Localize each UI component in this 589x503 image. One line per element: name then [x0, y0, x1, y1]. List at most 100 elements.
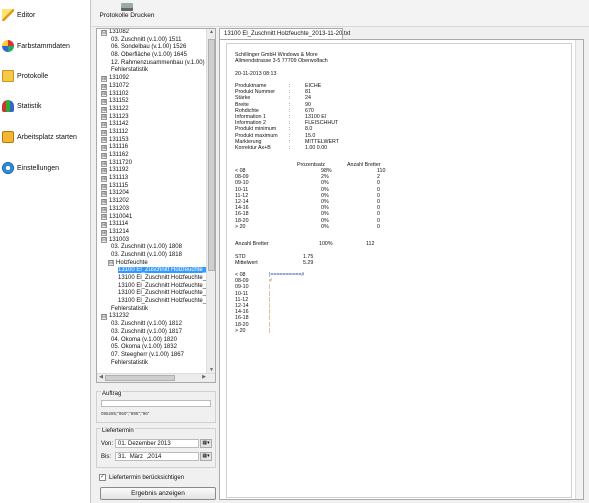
tree-row[interactable]: 08. Oberfläche (v.1.00) 1645: [97, 52, 207, 60]
tree-row[interactable]: ⊞ 131113: [97, 175, 207, 183]
tree-row[interactable]: 05. Okoma (v.1.00) 1832: [97, 344, 207, 352]
liefertermin-checkbox[interactable]: ✓: [99, 474, 106, 481]
tree-row[interactable]: ⊞ 131204: [97, 190, 207, 198]
tree-row[interactable]: 13100 El_Zuschnitt Holzfeuchte_: [97, 267, 207, 275]
nav-item-farbstammdaten[interactable]: Farbstammdaten: [2, 36, 88, 56]
tree-row[interactable]: ⊞ 131162: [97, 152, 207, 160]
tree-row[interactable]: 03. Zuschnitt (v.1.00) 1818: [97, 252, 207, 260]
expand-icon[interactable]: ⊞: [101, 222, 107, 229]
tree-row[interactable]: 13100 El_Zuschnitt Holzfeuchte_: [97, 290, 207, 298]
nav-item-arbeitsplatz[interactable]: Arbeitsplatz starten: [2, 127, 88, 147]
expand-icon[interactable]: ⊞: [101, 145, 107, 152]
expand-icon[interactable]: ⊞: [101, 122, 107, 129]
collapse-icon[interactable]: ⊟: [101, 314, 107, 321]
expand-icon[interactable]: ⊞: [101, 129, 107, 136]
date-to-field[interactable]: 31. März , 2014: [115, 452, 199, 461]
tree-row[interactable]: 06. Sondelbau (v.1.00) 1526: [97, 44, 207, 52]
expand-icon[interactable]: ⊞: [101, 229, 107, 236]
expand-icon[interactable]: ⊞: [101, 198, 107, 205]
tree-row[interactable]: ⊞ 131092: [97, 75, 207, 83]
tree-row[interactable]: 03. Zuschnitt (v.1.00) 1808: [97, 244, 207, 252]
tree-row[interactable]: ⊞ 131072: [97, 83, 207, 91]
tree-row[interactable]: 07. Steegherr (v.1.00) 1867: [97, 352, 207, 360]
tree-row[interactable]: ⊟ 131232: [97, 313, 207, 321]
tree-row[interactable]: ⊞ 131116: [97, 144, 207, 152]
tree-row[interactable]: ⊞ 131122: [97, 106, 207, 114]
expand-icon[interactable]: ⊞: [101, 152, 107, 159]
collapse-icon[interactable]: ⊟: [101, 29, 107, 36]
calendar-dropdown-icon[interactable]: ▦▾: [200, 439, 212, 448]
tree-row[interactable]: ⊞ 131153: [97, 137, 207, 145]
tree-row[interactable]: ⊞ 1311720: [97, 160, 207, 168]
tree-row[interactable]: ⊞ 1310041: [97, 214, 207, 222]
tree-row[interactable]: 12. Rahmenzusammenbau (v.1.00) 1: [97, 60, 207, 68]
tree-row[interactable]: ⊟ Holzfeuchte: [97, 260, 207, 268]
scrollbar-thumb[interactable]: [105, 375, 175, 381]
expand-icon[interactable]: ⊞: [101, 214, 107, 221]
tree-row[interactable]: ⊞ 131214: [97, 229, 207, 237]
tree-row[interactable]: ⊞ 131102: [97, 91, 207, 99]
show-result-button[interactable]: Ergebnis anzeigen: [100, 487, 216, 500]
nav-item-statistik[interactable]: Statistik: [2, 96, 88, 116]
tree-row-label: 131003: [109, 236, 130, 243]
scroll-right-arrow-icon[interactable]: ▶: [200, 374, 208, 382]
tree-row[interactable]: Fehlerstatistik: [97, 67, 207, 75]
tree-row[interactable]: ⊞ 131112: [97, 129, 207, 137]
expand-icon[interactable]: ⊞: [101, 99, 107, 106]
tree-row[interactable]: Fehlerstatistik: [97, 360, 207, 368]
tree-row[interactable]: 03. Zuschnitt (v.1.00) 1812: [97, 321, 207, 329]
scroll-up-arrow-icon[interactable]: ▲: [207, 29, 215, 37]
tree-vertical-scrollbar[interactable]: ▲ ▼: [206, 29, 215, 375]
scrollbar-thumb[interactable]: [208, 39, 215, 271]
tree-row[interactable]: 13100 El_Zuschnitt Holzfeuchte_: [97, 283, 207, 291]
expand-icon[interactable]: ⊞: [101, 83, 107, 90]
tree-row[interactable]: 04. Okoma (v.1.00) 1820: [97, 337, 207, 345]
tree-row[interactable]: ⊞ 131152: [97, 98, 207, 106]
auftrag-input[interactable]: [101, 400, 211, 407]
report-vertical-scrollbar[interactable]: [575, 40, 583, 499]
tree-row[interactable]: ⊞ 131203: [97, 206, 207, 214]
print-protocols-button[interactable]: Protokolle Drucken: [95, 3, 159, 25]
collapse-icon[interactable]: ⊟: [108, 260, 114, 267]
expand-icon[interactable]: ⊞: [101, 183, 107, 190]
tree-row[interactable]: 13100 El_Zuschnitt Holzfeuchte_: [97, 298, 207, 306]
calendar-dropdown-icon[interactable]: ▦▾: [200, 452, 212, 461]
tree-row-label: 131113: [109, 175, 129, 182]
nav-item-einstellungen[interactable]: Einstellungen: [2, 158, 88, 178]
expand-icon[interactable]: ⊞: [101, 175, 107, 182]
expand-icon[interactable]: ⊞: [101, 137, 107, 144]
nav-item-label: Statistik: [17, 102, 42, 110]
scroll-left-arrow-icon[interactable]: ◀: [97, 374, 105, 382]
tree-row[interactable]: 03. Zuschnitt (v.1.00) 1511: [97, 37, 207, 45]
tab-report-file[interactable]: 13100 El_Zuschnitt Holzfeuchte_2013-11-2…: [219, 28, 350, 39]
field-key: Korrektur Ax+B: [235, 145, 271, 151]
expand-icon[interactable]: ⊞: [101, 191, 107, 198]
tree-row[interactable]: ⊟ 131082: [97, 29, 207, 37]
nav-item-editor[interactable]: Editor: [2, 5, 88, 25]
tree-row-label: 131102: [109, 90, 129, 97]
tree-row[interactable]: ⊞ 131114: [97, 221, 207, 229]
tree-row[interactable]: ⊞ 131115: [97, 183, 207, 191]
expand-icon[interactable]: ⊞: [101, 160, 107, 167]
anzahl-pct: 100%: [319, 241, 333, 247]
expand-icon[interactable]: ⊞: [101, 206, 107, 213]
expand-icon[interactable]: ⊞: [101, 106, 107, 113]
tree-row[interactable]: 13100 El_Zuschnitt Holzfeuchte_: [97, 275, 207, 283]
expand-icon[interactable]: ⊞: [101, 114, 107, 121]
tree-row[interactable]: ⊞ 131202: [97, 198, 207, 206]
expand-icon[interactable]: ⊞: [101, 91, 107, 98]
tree-row[interactable]: ⊟ 131003: [97, 237, 207, 245]
expand-icon[interactable]: ⊞: [101, 168, 107, 175]
tree-row-label: 131162: [109, 152, 129, 158]
liefertermin-checkbox-row[interactable]: ✓ Liefertermin berücksichtigen: [99, 473, 184, 482]
tree-horizontal-scrollbar[interactable]: ◀ ▶: [97, 373, 215, 382]
tree-row[interactable]: ⊞ 131192: [97, 167, 207, 175]
tree-row[interactable]: 03. Zuschnitt (v.1.00) 1817: [97, 329, 207, 337]
tree-row[interactable]: ⊞ 131142: [97, 121, 207, 129]
date-from-field[interactable]: 01. Dezember 2013: [115, 439, 199, 448]
expand-icon[interactable]: ⊞: [101, 75, 107, 82]
collapse-icon[interactable]: ⊟: [101, 237, 107, 244]
tree-row[interactable]: Fehlerstatistik: [97, 306, 207, 314]
nav-item-protokolle[interactable]: Protokolle: [2, 66, 88, 86]
tree-row[interactable]: ⊞ 131123: [97, 114, 207, 122]
